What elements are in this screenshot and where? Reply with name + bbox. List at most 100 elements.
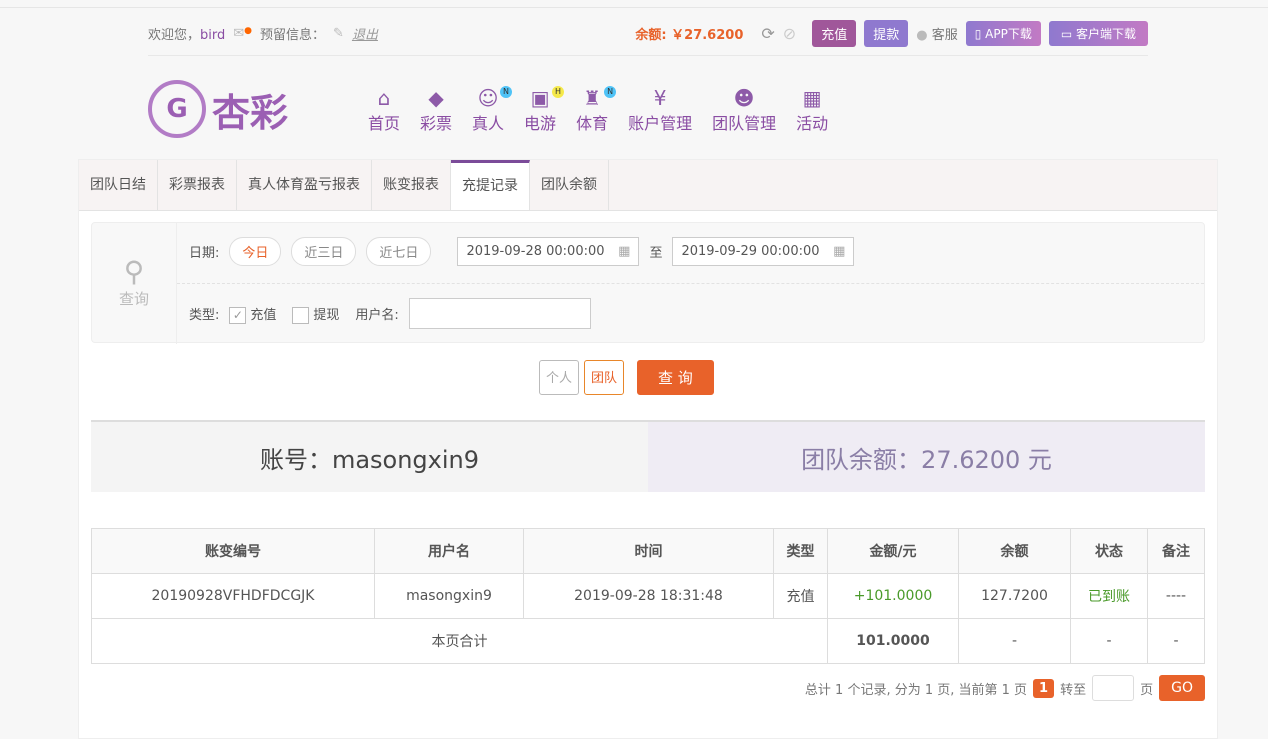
page-label: 页 bbox=[1140, 682, 1154, 698]
pagination: 总计 1 个记录, 分为 1 页, 当前第 1 页 1 转至 页 GO bbox=[805, 675, 1205, 701]
deposit-button[interactable]: 充值 bbox=[812, 19, 857, 47]
tab[interactable]: 真人体育盈亏报表 bbox=[237, 160, 372, 210]
nav-label: 电游 bbox=[524, 114, 557, 133]
logo[interactable]: G 杏彩 bbox=[148, 80, 288, 138]
nav-badge: N bbox=[500, 86, 513, 98]
summary-bar: 账号：masongxin9 团队余额：27.6200 元 bbox=[91, 420, 1205, 492]
to-label: 至 bbox=[649, 246, 663, 261]
report-tabs: 团队日结 彩票报表 真人体育盈亏报表 账变报表 充提记录 团队余额 bbox=[79, 160, 1217, 211]
total-row: 本页合计 101.0000- - - bbox=[91, 618, 1205, 664]
nav-item[interactable]: ▣ H 电游 bbox=[514, 86, 566, 134]
welcome-text: 欢迎您，bird bbox=[148, 27, 226, 43]
logo-emblem: G bbox=[148, 80, 206, 138]
nav-icon: ☻ bbox=[733, 86, 755, 110]
top-bar: 欢迎您，bird ✉● 预留信息： ✎ 退出 余额: ￥27.6200 ⟳ ⊘ … bbox=[148, 19, 1148, 47]
team-button[interactable]: 团队 bbox=[584, 360, 625, 395]
tab[interactable]: 彩票报表 bbox=[158, 160, 237, 210]
total-amount: 101.0000 bbox=[827, 618, 959, 664]
column-header[interactable]: 备注 bbox=[1147, 528, 1205, 574]
query-label: 查询 bbox=[118, 290, 149, 308]
tab[interactable]: 团队日结 bbox=[79, 160, 158, 210]
table-cell: 已到账 bbox=[1070, 573, 1148, 619]
team-balance: 团队余额：27.6200 元 bbox=[648, 422, 1205, 492]
nav-item[interactable]: ▦ 活动 bbox=[786, 86, 838, 134]
personal-button[interactable]: 个人 bbox=[539, 360, 580, 395]
date-label: 日期: bbox=[189, 246, 220, 261]
hide-balance-icon[interactable]: ⊘ bbox=[783, 24, 796, 43]
nav-label: 彩票 bbox=[420, 114, 453, 133]
divider bbox=[148, 55, 1148, 56]
mail-icon[interactable]: ✉● bbox=[233, 26, 252, 41]
nav-label: 体育 bbox=[576, 114, 609, 133]
username-input[interactable] bbox=[408, 298, 591, 329]
column-header[interactable]: 时间 bbox=[523, 528, 774, 574]
calendar-icon: ▦ bbox=[618, 244, 631, 259]
table-cell: 2019-09-28 18:31:48 bbox=[523, 573, 774, 619]
phone-icon: ▯ bbox=[974, 26, 986, 41]
total-label: 本页合计 bbox=[91, 618, 828, 664]
username-label: 用户名: bbox=[355, 308, 399, 323]
column-header[interactable]: 状态 bbox=[1070, 528, 1148, 574]
column-header[interactable]: 账变编号 bbox=[91, 528, 375, 574]
client-download-button[interactable]: ▭ 客户端下载 bbox=[1048, 20, 1148, 46]
deposit-checkbox[interactable]: ✓ 充值 bbox=[229, 304, 276, 324]
column-header[interactable]: 余额 bbox=[958, 528, 1071, 574]
total-note: - bbox=[1147, 618, 1205, 664]
service-link[interactable]: ● 客服 bbox=[916, 24, 958, 43]
edit-icon[interactable]: ✎ bbox=[333, 26, 344, 41]
go-button[interactable]: GO bbox=[1159, 675, 1205, 701]
table-row: 20190928VFHDFDCGJK masongxin9 2019-09-28 1… bbox=[91, 573, 1205, 619]
nav-item[interactable]: ☺ N 真人 bbox=[462, 86, 514, 134]
nav-item[interactable]: ◆ 彩票 bbox=[410, 86, 462, 134]
app-download-button[interactable]: ▯ APP下载 bbox=[965, 20, 1041, 46]
tab[interactable]: 团队余额 bbox=[530, 160, 609, 210]
nav-label: 活动 bbox=[796, 114, 829, 133]
end-date-input[interactable]: 2019-09-29 00:00:00 ▦ bbox=[672, 237, 855, 266]
nav-icon: ¥ bbox=[653, 86, 667, 110]
type-label: 类型: bbox=[189, 308, 220, 323]
page-input[interactable] bbox=[1092, 675, 1135, 701]
content-panel: 团队日结 彩票报表 真人体育盈亏报表 账变报表 充提记录 团队余额 ⚲ 查询 日期: 今日 … bbox=[78, 159, 1218, 739]
nav-icon: ⌂ bbox=[377, 86, 391, 110]
nav-item[interactable]: ¥ 账户管理 bbox=[618, 86, 702, 134]
refresh-icon[interactable]: ⟳ bbox=[761, 24, 774, 43]
goto-label: 转至 bbox=[1060, 682, 1087, 698]
three-days-button[interactable]: 近三日 bbox=[291, 237, 357, 266]
withdraw-checkbox[interactable]: 提现 bbox=[292, 304, 339, 324]
nav-item[interactable]: ⌂ 首页 bbox=[358, 86, 410, 134]
table-cell: 127.7200 bbox=[958, 573, 1071, 619]
nav-label: 真人 bbox=[472, 114, 505, 133]
logout-link[interactable]: 退出 bbox=[352, 24, 378, 43]
filter-box: ⚲ 查询 日期: 今日 近三日 近七日 2019-09-28 00:00:00 ▦ … bbox=[91, 222, 1205, 344]
seven-days-button[interactable]: 近七日 bbox=[366, 237, 432, 266]
logo-text: 杏彩 bbox=[212, 90, 289, 135]
start-date-input[interactable]: 2019-09-28 00:00:00 ▦ bbox=[457, 237, 640, 266]
column-header[interactable]: 金额/元 bbox=[827, 528, 959, 574]
nav-badge: H bbox=[552, 86, 565, 98]
service-icon: ● bbox=[916, 27, 928, 43]
current-page[interactable]: 1 bbox=[1033, 678, 1055, 698]
main-nav: ⌂ 首页 ◆ 彩票 ☺ N 真人 ▣ H 电游 ♜ N 体育 ¥ 账户管理 ☻ 团队管理 ▦ 活动 bbox=[358, 86, 838, 134]
top-divider bbox=[0, 7, 1268, 8]
column-header[interactable]: 用户名 bbox=[374, 528, 524, 574]
search-button[interactable]: 查 询 bbox=[637, 360, 714, 395]
column-header[interactable]: 类型 bbox=[773, 528, 828, 574]
tab[interactable]: 充提记录 bbox=[451, 160, 530, 210]
tab[interactable]: 账变报表 bbox=[372, 160, 451, 210]
nav-icon: ▦ bbox=[802, 86, 822, 110]
table-cell: +101.0000 bbox=[827, 573, 959, 619]
account-name: 账号：masongxin9 bbox=[91, 422, 648, 492]
nav-item[interactable]: ♜ N 体育 bbox=[566, 86, 618, 134]
nav-icon: ◆ bbox=[428, 86, 444, 110]
today-button[interactable]: 今日 bbox=[229, 237, 282, 266]
dashed-divider bbox=[177, 283, 1204, 284]
balance: 余额: ￥27.6200 bbox=[635, 27, 744, 43]
nav-label: 首页 bbox=[368, 114, 401, 133]
withdraw-button[interactable]: 提款 bbox=[864, 19, 909, 47]
pager-summary: 总计 1 个记录, 分为 1 页, 当前第 1 页 bbox=[804, 682, 1028, 698]
nav-label: 账户管理 bbox=[628, 114, 693, 133]
nav-item[interactable]: ☻ 团队管理 bbox=[702, 86, 786, 134]
monitor-icon: ▭ bbox=[1060, 26, 1076, 41]
total-status: - bbox=[1070, 618, 1148, 664]
query-section: ⚲ 查询 bbox=[92, 223, 177, 344]
